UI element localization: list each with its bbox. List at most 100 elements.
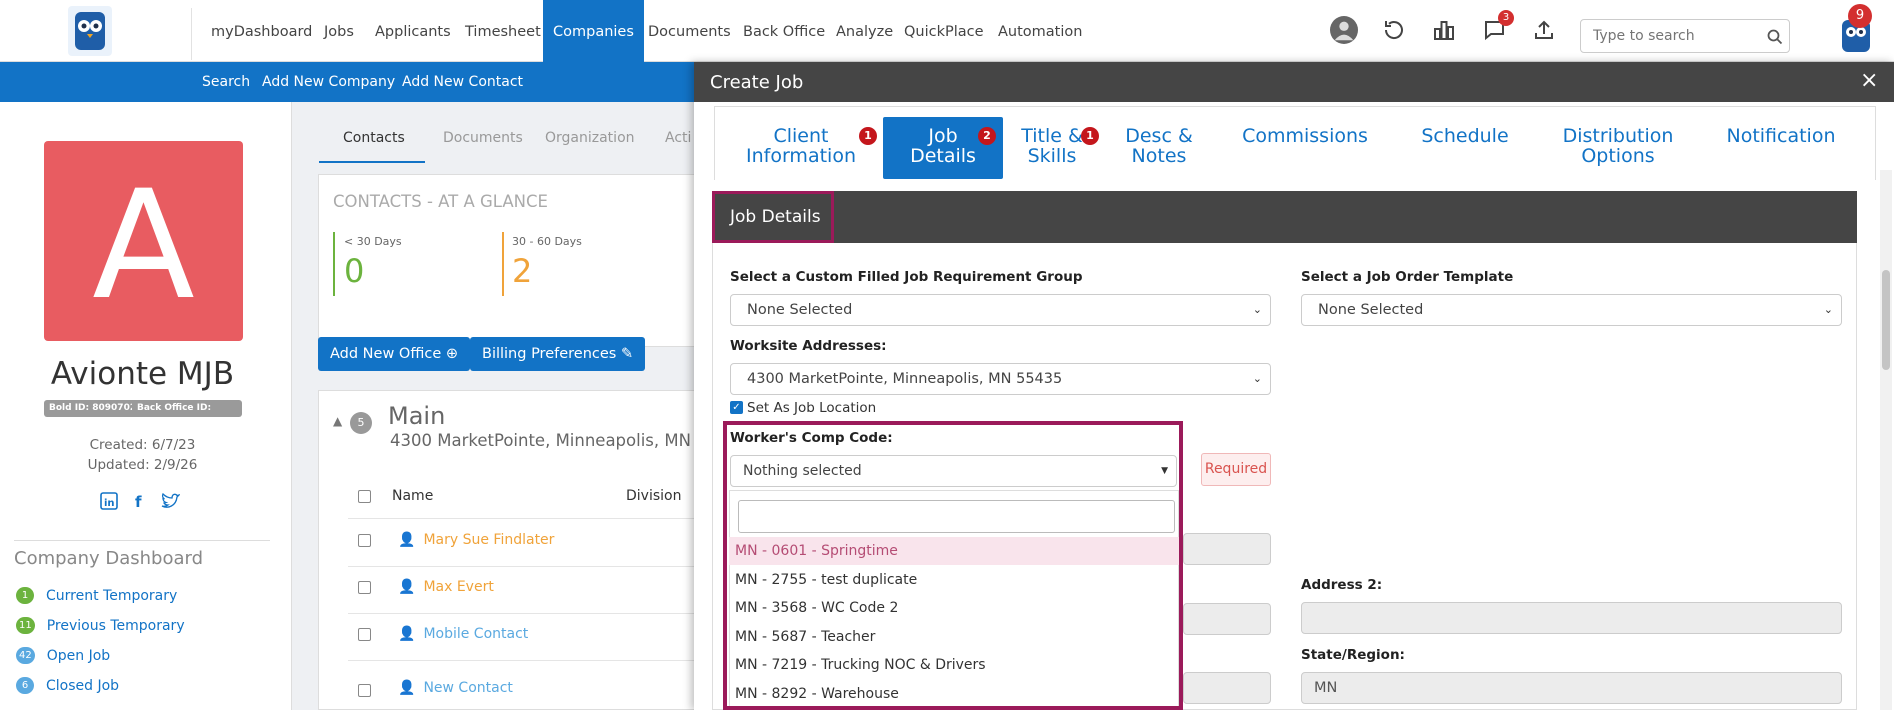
template-select[interactable]: None Selected ⌄: [1301, 294, 1842, 326]
glance-label: < 30 Days: [344, 235, 402, 248]
field-input-hidden[interactable]: [1183, 533, 1271, 565]
section-header: [712, 191, 1857, 243]
profile-avatar-icon[interactable]: [1330, 16, 1358, 44]
state-input[interactable]: MN: [1301, 672, 1842, 704]
button-label: Add New Office: [330, 346, 442, 362]
step-label: Details: [910, 145, 976, 167]
nav-documents[interactable]: Documents: [648, 0, 731, 62]
step-desc-notes[interactable]: Desc & Notes: [1114, 126, 1204, 166]
dashboard-item-open-job[interactable]: 42 Open Job: [16, 647, 110, 664]
count-badge: 42: [16, 647, 35, 664]
set-location-checkbox[interactable]: ✓: [730, 401, 743, 414]
person-icon: 👤: [398, 532, 416, 548]
facebook-icon[interactable]: f: [130, 492, 148, 510]
messages-badge: 3: [1498, 10, 1514, 26]
step-title-skills[interactable]: Title & Skills: [1014, 126, 1090, 166]
dashboard-item-closed-job[interactable]: 6 Closed Job: [16, 677, 119, 694]
messages-icon[interactable]: 3: [1480, 10, 1514, 44]
chevron-down-icon: ⌄: [1823, 303, 1833, 316]
nav-jobs[interactable]: Jobs: [324, 0, 354, 62]
address2-input[interactable]: [1301, 602, 1842, 634]
reports-chart-icon[interactable]: [1430, 16, 1458, 44]
select-all-checkbox[interactable]: [358, 490, 371, 503]
billing-preferences-button[interactable]: Billing Preferences ✎: [470, 337, 646, 371]
table-row[interactable]: 👤 New Contact: [360, 680, 513, 696]
scrollbar-thumb[interactable]: [1882, 270, 1890, 370]
app-logo[interactable]: [68, 6, 112, 56]
history-icon[interactable]: [1380, 16, 1408, 44]
office-name: Main: [388, 402, 446, 430]
tab-organization[interactable]: Organization: [545, 130, 635, 146]
user-badge: 9: [1848, 4, 1872, 28]
upload-icon[interactable]: [1530, 16, 1558, 44]
contact-name[interactable]: Mary Sue Findlater: [423, 532, 554, 548]
back-office-id-tag: Back Office ID:: [132, 400, 242, 417]
dashboard-item-previous-temporary[interactable]: 11 Previous Temporary: [16, 617, 185, 634]
required-indicator: Required: [1201, 453, 1271, 486]
dashboard-item-label: Open Job: [46, 647, 111, 664]
panel-scrollbar[interactable]: [1880, 170, 1892, 710]
global-search[interactable]: [1580, 19, 1790, 53]
person-icon: 👤: [398, 579, 416, 595]
row-divider: [348, 613, 718, 614]
step-notification[interactable]: Notification: [1716, 126, 1846, 146]
step-error-badge: 1: [1081, 127, 1099, 145]
glance-bar-green: [333, 232, 335, 296]
nav-quickplace[interactable]: QuickPlace: [904, 0, 984, 62]
person-icon: 👤: [398, 626, 416, 642]
search-input[interactable]: [1593, 21, 1753, 51]
step-schedule[interactable]: Schedule: [1410, 126, 1520, 146]
nav-automation[interactable]: Automation: [998, 0, 1082, 62]
column-header-name: Name: [392, 488, 434, 504]
step-client-information[interactable]: Client Information: [738, 126, 864, 166]
close-icon[interactable]: ×: [1860, 64, 1878, 98]
dashboard-item-current-temporary[interactable]: 1 Current Temporary: [16, 587, 177, 604]
nav-analyze[interactable]: Analyze: [836, 0, 893, 62]
glance-bar-orange: [502, 232, 504, 296]
set-location-label: Set As Job Location: [747, 400, 877, 416]
field-input-hidden[interactable]: [1183, 672, 1271, 704]
contact-name[interactable]: New Contact: [423, 680, 512, 696]
linkedin-icon[interactable]: in: [100, 492, 118, 510]
search-icon[interactable]: [1767, 29, 1783, 45]
chevron-down-icon: ⌄: [1252, 372, 1262, 385]
subnav-search[interactable]: Search: [202, 62, 250, 102]
contact-name[interactable]: Mobile Contact: [423, 626, 528, 642]
tab-documents[interactable]: Documents: [443, 130, 523, 146]
count-badge: 1: [16, 587, 34, 604]
company-name: Avionte MJB: [50, 356, 235, 392]
chevron-up-icon[interactable]: ▲: [333, 414, 342, 428]
step-label: Information: [746, 145, 856, 167]
twitter-icon[interactable]: [160, 492, 180, 510]
social-links: in f: [100, 492, 180, 510]
person-icon: 👤: [398, 680, 416, 696]
user-menu[interactable]: 9: [1840, 4, 1876, 56]
table-row[interactable]: 👤 Mary Sue Findlater: [360, 532, 554, 548]
nav-applicants[interactable]: Applicants: [375, 0, 451, 62]
nav-companies[interactable]: Companies: [543, 0, 644, 62]
step-label: Client: [773, 125, 829, 147]
add-new-office-button[interactable]: Add New Office ⊕: [318, 337, 471, 371]
active-tab-indicator: [319, 161, 425, 163]
nav-mydashboard[interactable]: myDashboard: [211, 0, 312, 62]
step-commissions[interactable]: Commissions: [1232, 126, 1378, 146]
nav-timesheet[interactable]: Timesheet: [465, 0, 541, 62]
subnav-add-contact[interactable]: Add New Contact: [402, 62, 523, 102]
subnav-add-company[interactable]: Add New Company: [262, 62, 395, 102]
select-value: 4300 MarketPointe, Minneapolis, MN 55435: [747, 371, 1063, 387]
field-input-hidden[interactable]: [1183, 603, 1271, 635]
glance-label: 30 - 60 Days: [512, 235, 582, 248]
table-row[interactable]: 👤 Max Evert: [360, 579, 494, 595]
tab-activity[interactable]: Acti: [665, 130, 691, 146]
worksite-select[interactable]: 4300 MarketPointe, Minneapolis, MN 55435…: [730, 363, 1271, 395]
nav-back-office[interactable]: Back Office: [743, 0, 825, 62]
contact-name[interactable]: Max Evert: [423, 579, 493, 595]
updated-date: Updated: 2/9/26: [87, 457, 198, 473]
step-label: Schedule: [1421, 125, 1509, 147]
req-group-select[interactable]: None Selected ⌄: [730, 294, 1271, 326]
tab-contacts[interactable]: Contacts: [343, 130, 405, 146]
table-row[interactable]: 👤 Mobile Contact: [360, 626, 528, 642]
step-distribution-options[interactable]: Distribution Options: [1548, 126, 1688, 166]
create-job-title: Create Job: [710, 72, 804, 93]
step-label: Distribution: [1562, 125, 1674, 147]
